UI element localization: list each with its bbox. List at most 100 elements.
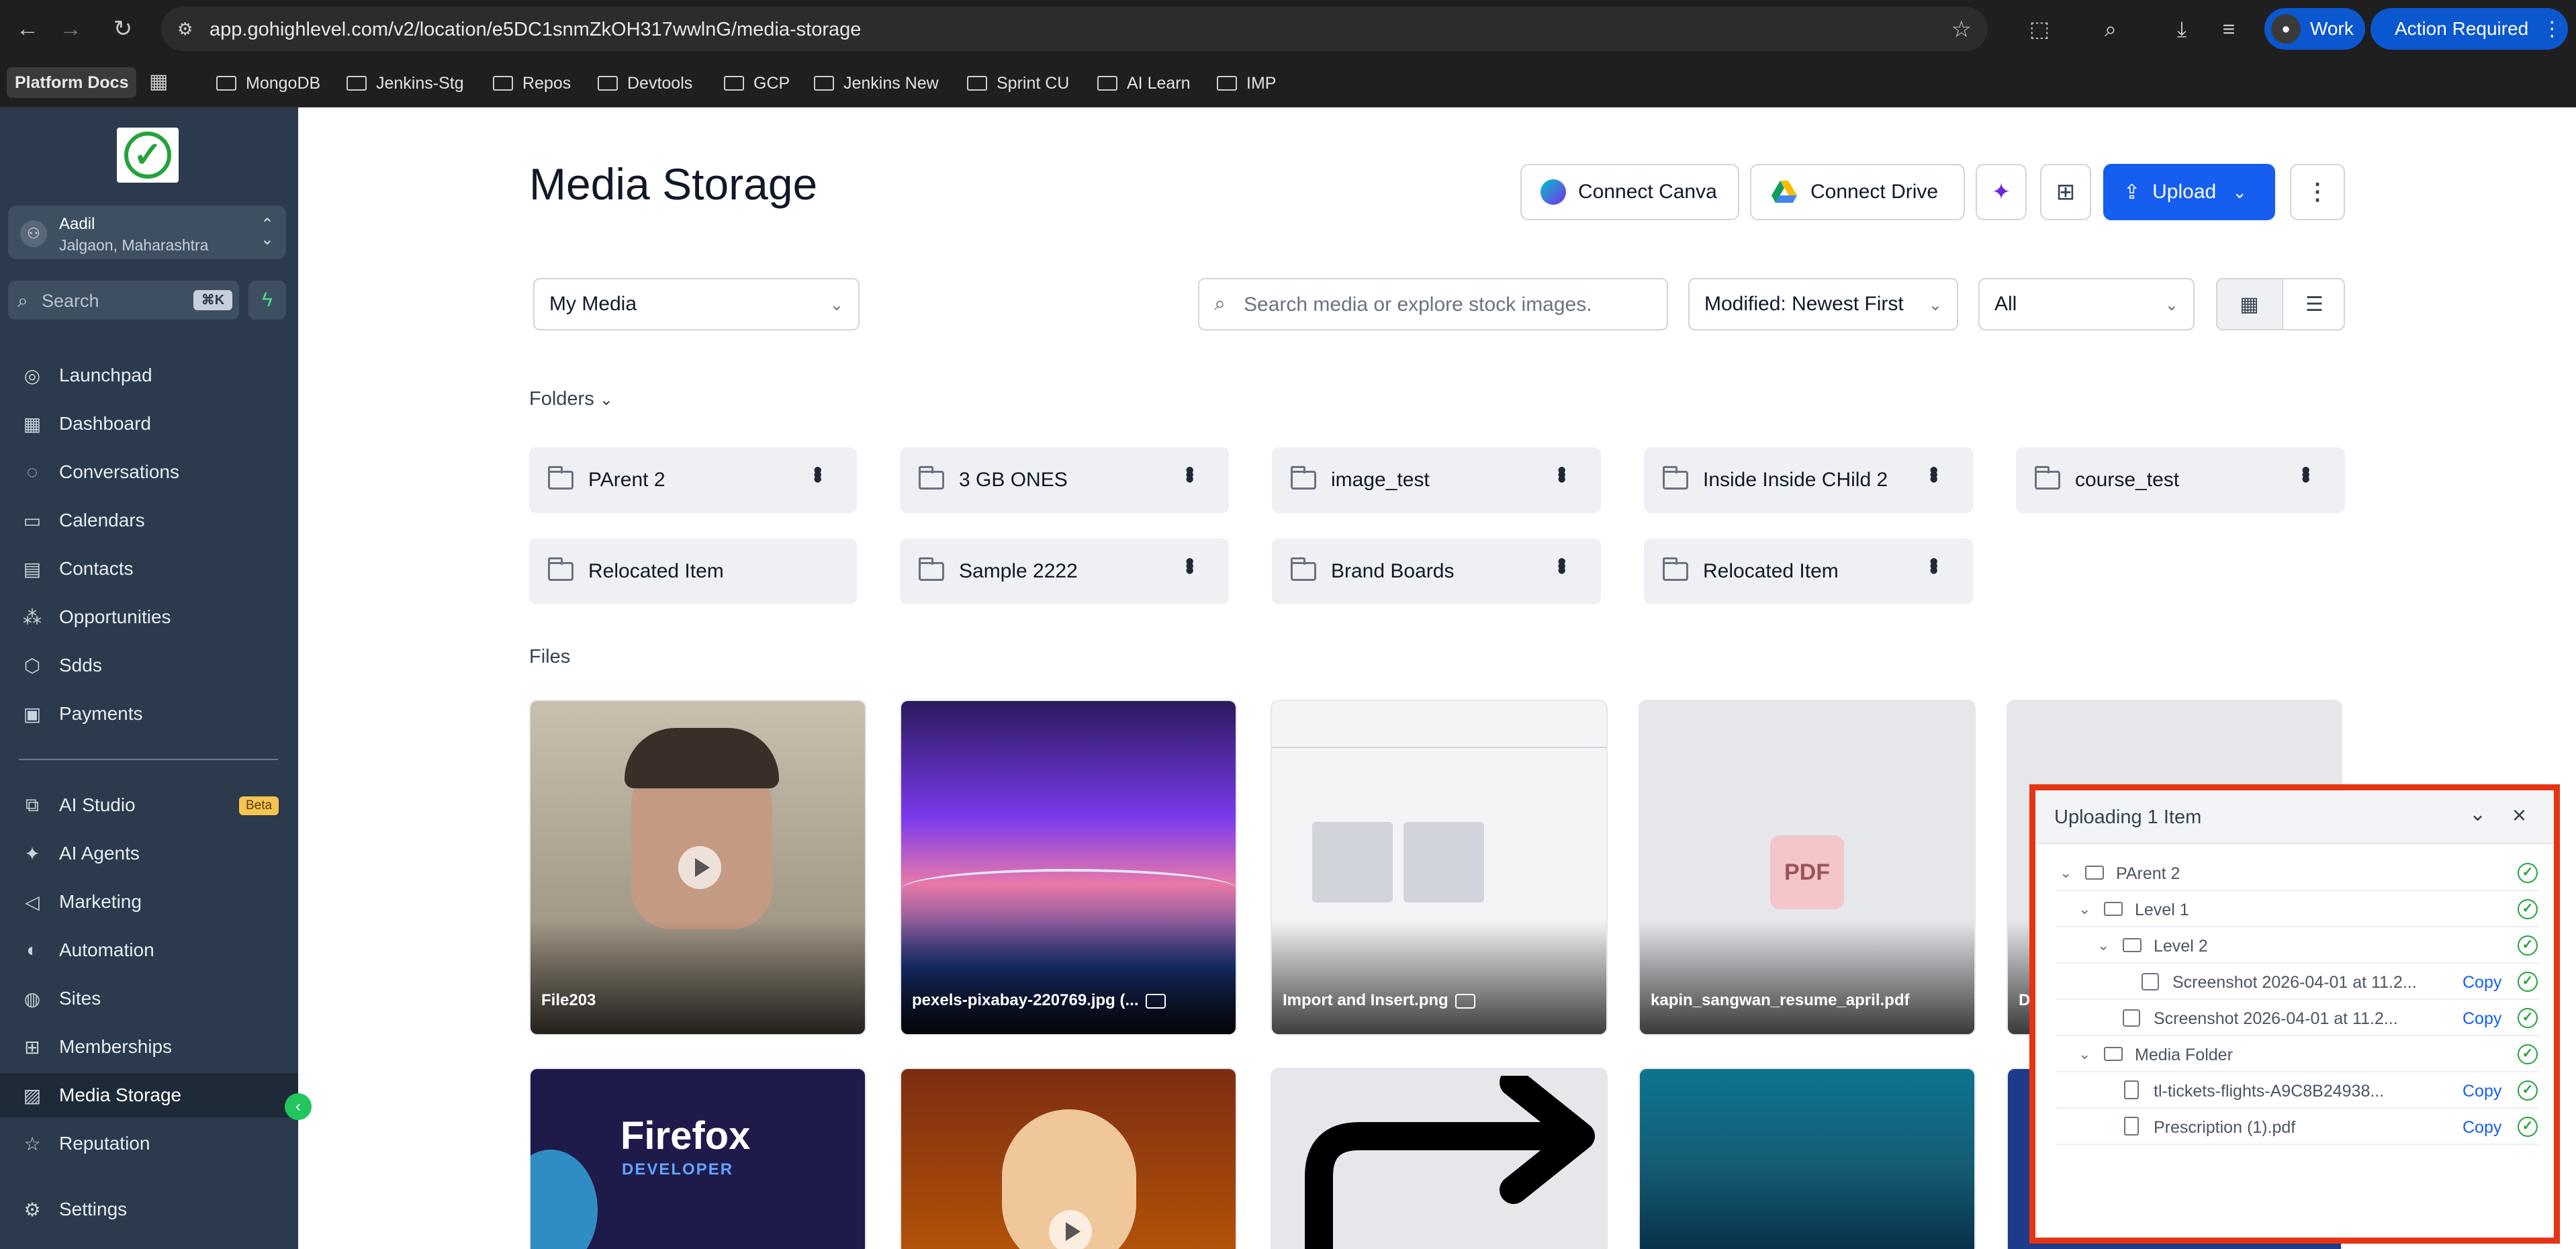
sidebar-item-opportunities[interactable]: ⁂ Opportunities — [0, 595, 298, 639]
collapse-chevron-icon[interactable]: ⌄ — [2469, 802, 2486, 826]
media-icon[interactable]: ≡ — [2213, 13, 2244, 44]
connect-canva-button[interactable]: Connect Canva — [1520, 164, 1739, 220]
copy-link[interactable]: Copy — [2463, 1118, 2501, 1138]
account-switcher[interactable]: ⚇ Aadil Jalgaon, Maharashtra ⌃ ⌄ — [8, 205, 286, 259]
more-vertical-icon[interactable]: ••• — [1177, 557, 1204, 571]
sidebar-item-ai-studio[interactable]: ⧉ AI Studio Beta — [0, 783, 298, 827]
sidebar-item-reputation[interactable]: ☆ Reputation — [0, 1121, 298, 1166]
more-vertical-icon[interactable]: ••• — [2293, 466, 2320, 479]
media-search[interactable]: ⌕ — [1198, 278, 1668, 330]
file-card[interactable]: pexels-pixabay-220769.jpg (... — [900, 700, 1237, 1035]
more-vertical-icon[interactable]: ••• — [1177, 466, 1204, 479]
sidebar-item-media-storage[interactable]: ▨ Media Storage — [0, 1073, 298, 1117]
bookmark-folder[interactable]: Devtools — [598, 71, 692, 95]
profile-button[interactable]: ● Work — [2264, 8, 2365, 50]
file-card[interactable] — [900, 1068, 1237, 1249]
bookmark-star-icon[interactable]: ☆ — [1951, 16, 1972, 43]
sidebar-item-calendars[interactable]: ▭ Calendars — [0, 498, 298, 543]
sidebar-item-marketing[interactable]: ◁ Marketing — [0, 880, 298, 924]
folders-toggle[interactable]: Folders ⌄ — [529, 388, 613, 410]
bookmark-folder[interactable]: AI Learn — [1097, 71, 1191, 95]
sidebar-item-ai-agents[interactable]: ✦ AI Agents — [0, 831, 298, 876]
extensions-icon[interactable]: ⬚ — [2024, 13, 2055, 44]
copy-link[interactable]: Copy — [2463, 1009, 2501, 1029]
bookmark-folder[interactable]: Jenkins-Stg — [347, 71, 464, 95]
chevron-down-icon[interactable]: ⌄ — [2060, 864, 2072, 882]
sidebar-search[interactable]: ⌕ Search ⌘K — [8, 281, 239, 320]
grid-view-button[interactable]: ▦ — [2217, 279, 2281, 329]
bookmark-folder[interactable]: IMP — [1217, 71, 1276, 95]
address-bar[interactable]: ⚙ app.gohighlevel.com/v2/location/e5DC1s… — [161, 7, 1988, 51]
copy-link[interactable]: Copy — [2463, 1082, 2501, 1101]
action-required-button[interactable]: Action Required ⋮ — [2371, 8, 2568, 50]
ai-generate-button[interactable]: ✦ — [1976, 164, 2027, 220]
folder-card[interactable]: Brand Boards ••• — [1272, 539, 1601, 604]
folder-card[interactable]: course_test ••• — [2016, 447, 2345, 513]
quick-actions-button[interactable]: ϟ — [248, 281, 286, 320]
more-vertical-icon[interactable]: ••• — [1921, 466, 1948, 479]
bookmark-folder[interactable]: GCP — [724, 71, 790, 95]
type-select[interactable]: All ⌄ — [1978, 278, 2195, 330]
folder-card[interactable]: Relocated Item — [529, 539, 857, 604]
upload-button[interactable]: ⇪ Upload ⌄ — [2103, 164, 2275, 220]
folder-card[interactable]: image_test ••• — [1272, 447, 1601, 513]
bookmark-folder[interactable]: MongoDB — [216, 71, 320, 95]
connect-drive-button[interactable]: Connect Drive — [1750, 164, 1965, 220]
company-logo[interactable]: ✓ — [117, 128, 179, 183]
more-vertical-icon[interactable]: ••• — [1549, 557, 1576, 571]
more-vertical-icon[interactable]: ••• — [804, 466, 832, 479]
bookmark-platform-docs[interactable]: Platform Docs — [7, 67, 137, 98]
more-vertical-icon: ⋮ — [2542, 17, 2563, 40]
folder-card[interactable]: Inside Inside CHild 2 ••• — [1644, 447, 1973, 513]
file-card[interactable]: PDF kapin_sangwan_resume_april.pdf — [1639, 700, 1976, 1035]
sidebar-collapse-button[interactable]: ‹ — [285, 1093, 312, 1120]
folder-icon — [216, 76, 236, 91]
chevron-down-icon[interactable]: ⌄ — [2078, 900, 2090, 918]
site-settings-icon[interactable]: ⚙ — [177, 19, 197, 39]
play-icon[interactable] — [1049, 1210, 1092, 1249]
file-card[interactable] — [1271, 1068, 1608, 1249]
sidebar-item-sdds[interactable]: ⬡ Sdds — [0, 643, 298, 688]
sidebar-item-settings[interactable]: ⚙ Settings — [0, 1187, 298, 1232]
folder-card[interactable]: PArent 2 ••• — [529, 447, 857, 513]
bookmark-folder[interactable]: Jenkins New — [814, 71, 939, 95]
sidebar-item-contacts[interactable]: ▤ Contacts — [0, 547, 298, 591]
list-view-button[interactable]: ☰ — [2282, 279, 2344, 329]
file-card[interactable] — [1639, 1068, 1976, 1249]
lens-icon[interactable]: ⌕ — [2095, 13, 2126, 44]
folder-card[interactable]: 3 GB ONES ••• — [900, 447, 1229, 513]
media-search-input[interactable] — [1244, 291, 1653, 318]
chevron-down-icon[interactable]: ⌄ — [2097, 937, 2109, 954]
sidebar-item-memberships[interactable]: ⊞ Memberships — [0, 1025, 298, 1069]
sort-select[interactable]: Modified: Newest First ⌄ — [1688, 278, 1958, 330]
sidebar-item-conversations[interactable]: ◌ Conversations — [0, 450, 298, 494]
more-vertical-icon[interactable]: ••• — [1549, 466, 1576, 479]
close-icon[interactable]: × — [2512, 801, 2526, 829]
play-icon[interactable] — [678, 846, 721, 889]
sidebar-item-dashboard[interactable]: ▦ Dashboard — [0, 402, 298, 446]
file-card[interactable]: Firefox DEVELOPER — [529, 1068, 866, 1249]
sidebar-item-sites[interactable]: ◍ Sites — [0, 976, 298, 1021]
reload-icon[interactable]: ↻ — [106, 12, 140, 46]
bookmarks-bar: Platform Docs ▦ MongoDB Jenkins-Stg Repo… — [0, 58, 2576, 107]
bookmark-folder[interactable]: Sprint CU — [967, 71, 1069, 95]
file-card[interactable]: File203 — [529, 700, 866, 1035]
sidebar-item-launchpad[interactable]: ◎ Launchpad — [0, 353, 298, 398]
bookmark-folder[interactable]: Repos — [493, 71, 571, 95]
more-vertical-icon[interactable]: ••• — [1921, 557, 1948, 571]
download-icon[interactable]: ⤓ — [2166, 13, 2197, 44]
media-scope-select[interactable]: My Media ⌄ — [533, 278, 860, 330]
sidebar-item-automation[interactable]: ◐ Automation — [0, 928, 298, 972]
folder-card[interactable]: Relocated Item ••• — [1644, 539, 1973, 604]
more-options-button[interactable]: ⋮ — [2290, 164, 2345, 220]
apps-grid-icon[interactable]: ▦ — [149, 70, 173, 94]
new-folder-button[interactable]: ⊞ — [2040, 164, 2091, 220]
forward-icon[interactable]: → — [54, 12, 87, 46]
copy-link[interactable]: Copy — [2463, 973, 2501, 992]
back-icon[interactable]: ← — [11, 12, 44, 46]
url-text[interactable]: app.gohighlevel.com/v2/location/e5DC1snm… — [210, 19, 861, 41]
folder-card[interactable]: Sample 2222 ••• — [900, 539, 1229, 604]
file-card[interactable]: Import and Insert.png — [1271, 700, 1608, 1035]
chevron-down-icon[interactable]: ⌄ — [2078, 1046, 2090, 1063]
sidebar-item-payments[interactable]: ▣ Payments — [0, 692, 298, 736]
